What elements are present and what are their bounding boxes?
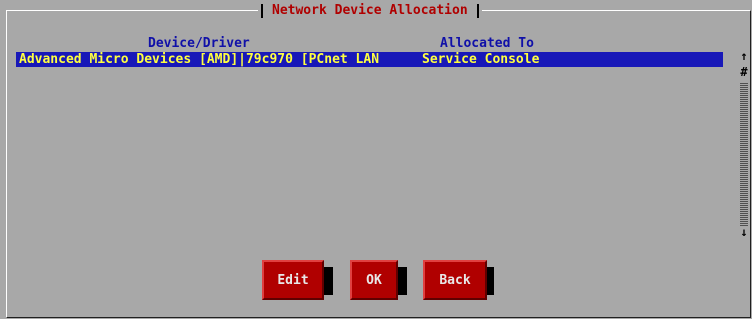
scroll-thumb-icon[interactable]: # <box>738 66 750 78</box>
scroll-up-icon[interactable]: ↑ <box>738 50 750 62</box>
allocated-to-cell: Service Console <box>422 52 540 67</box>
title-right-bracket <box>476 4 479 18</box>
dialog-title: Network Device Allocation <box>272 3 468 18</box>
scroll-down-icon[interactable]: ↓ <box>738 226 750 238</box>
back-button[interactable]: Back <box>423 260 487 300</box>
device-driver-cell: Advanced Micro Devices [AMD]|79c970 [PCn… <box>19 52 380 67</box>
ok-button[interactable]: OK <box>350 260 398 300</box>
scrollbar[interactable]: ↑ # ↓ <box>738 50 750 240</box>
scroll-track[interactable] <box>740 82 748 226</box>
column-header-device: Device/Driver <box>148 36 250 51</box>
dialog-title-bar: Network Device Allocation <box>258 3 482 19</box>
column-header-allocated: Allocated To <box>440 36 534 51</box>
edit-button[interactable]: Edit <box>262 260 324 300</box>
device-row-selected[interactable]: Advanced Micro Devices [AMD]|79c970 [PCn… <box>16 52 723 67</box>
